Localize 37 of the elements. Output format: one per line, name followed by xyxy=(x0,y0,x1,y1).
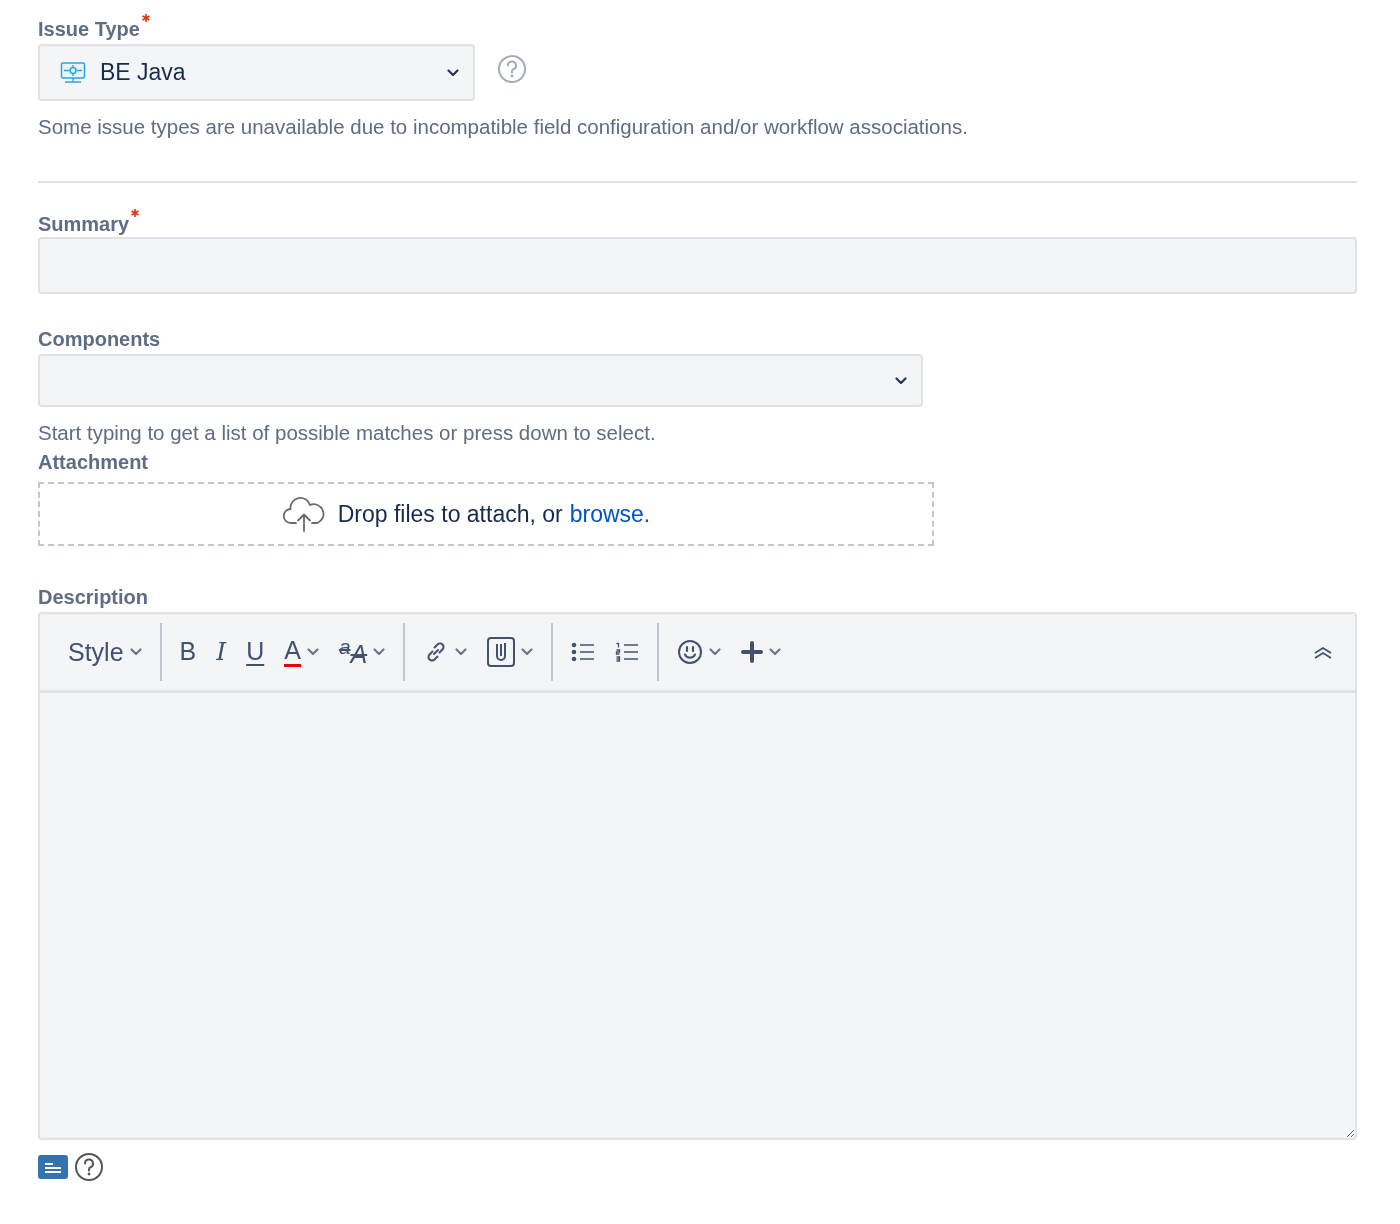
smiley-icon xyxy=(677,639,704,665)
numbered-list-icon xyxy=(615,642,640,662)
drop-text: Drop files to attach, or xyxy=(337,500,563,528)
caret-icon xyxy=(447,68,459,77)
field-label: Summary xyxy=(38,212,130,236)
caret-icon xyxy=(306,648,319,656)
text-mode-icon[interactable] xyxy=(38,1155,68,1179)
caret-icon xyxy=(769,648,782,656)
field-label: Description xyxy=(38,585,149,609)
file-drop-zone[interactable]: Drop files to attach, or browse. xyxy=(38,482,934,546)
caret-icon xyxy=(129,648,142,656)
caret-icon xyxy=(895,376,907,385)
field-label: Issue Type xyxy=(38,17,140,41)
caret-icon xyxy=(521,648,534,656)
underline-button[interactable]: U xyxy=(238,633,273,671)
color-button[interactable]: A xyxy=(276,633,327,671)
caret-icon xyxy=(373,648,386,656)
paperclip-icon xyxy=(487,637,516,667)
style-button[interactable]: Style xyxy=(60,633,150,671)
field-label: Components xyxy=(38,327,161,351)
summary-input[interactable] xyxy=(38,237,1357,294)
italic-button[interactable]: I xyxy=(208,633,235,671)
caret-icon xyxy=(455,648,468,656)
browse-link[interactable]: browse. xyxy=(569,500,651,528)
help-text: Start typing to get a list of possible matches or press down to select. xyxy=(38,421,657,445)
caret-icon xyxy=(709,648,722,656)
help-text: Some issue types are unavailable due to incompatible field configuration and/or workflow associations. xyxy=(38,115,969,139)
help-icon[interactable] xyxy=(74,1152,104,1182)
monitor-gear-icon xyxy=(60,59,86,86)
select-value: BE Java xyxy=(100,59,187,86)
issue-type-select[interactable]: BE Java xyxy=(38,44,475,101)
plus-icon xyxy=(741,641,764,663)
field-label: Attachment xyxy=(38,450,148,474)
bullet-list-icon xyxy=(571,642,596,662)
bold-button[interactable]: B xyxy=(171,633,205,671)
double-chevron-up-icon xyxy=(1313,645,1333,659)
cloud-upload-icon xyxy=(281,496,326,532)
